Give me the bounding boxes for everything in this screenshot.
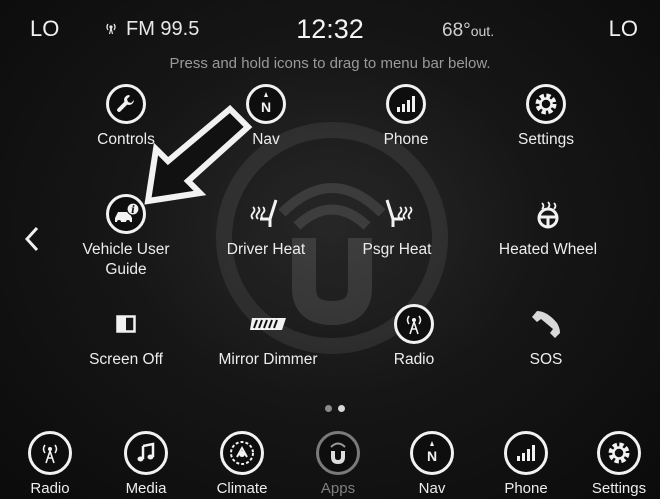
- menu-label: Nav: [418, 480, 446, 497]
- app-heated-wheel[interactable]: Heated Wheel: [486, 194, 610, 260]
- app-radio[interactable]: Radio: [374, 304, 454, 370]
- menu-media[interactable]: Media: [111, 431, 181, 499]
- app-settings[interactable]: Settings: [506, 84, 586, 150]
- menu-label: Radio: [30, 480, 70, 497]
- app-label: Settings: [517, 131, 574, 148]
- uconnect-screen: LO FM 99.5 12:32 68°out. LO Press and ho…: [0, 0, 660, 499]
- app-label: Psgr Heat: [362, 241, 432, 258]
- clock: 12:32: [296, 14, 364, 44]
- app-psgr-heat[interactable]: Psgr Heat: [342, 194, 452, 260]
- svg-text:N: N: [427, 448, 437, 464]
- app-screen-off[interactable]: Screen Off: [76, 304, 176, 370]
- heated-wheel-icon: [528, 194, 568, 234]
- menu-nav[interactable]: N Nav: [397, 431, 467, 499]
- svg-text:N: N: [261, 99, 271, 115]
- app-label: Driver Heat: [226, 241, 306, 258]
- app-sos[interactable]: SOS: [506, 304, 586, 370]
- outside-temp-value: 68°: [442, 20, 471, 41]
- user-guide-icon: i: [106, 194, 146, 234]
- app-label-line2: Guide: [105, 261, 147, 278]
- drag-arrow-icon: [144, 104, 253, 205]
- menu-radio[interactable]: Radio: [15, 431, 85, 499]
- app-label: Nav: [252, 131, 280, 148]
- previous-page-icon[interactable]: [24, 226, 39, 260]
- uconnect-icon: [316, 431, 360, 475]
- antenna-icon: [28, 431, 72, 475]
- gear-icon: [526, 84, 566, 124]
- menu-label: Media: [125, 480, 167, 497]
- menu-label: Climate: [216, 480, 268, 497]
- menu-bar: Radio Media Climate Apps N Nav Phone Set…: [0, 425, 660, 499]
- page-dot[interactable]: [338, 405, 345, 412]
- wrench-icon: [106, 84, 146, 124]
- page-dot[interactable]: [325, 405, 332, 412]
- menu-settings[interactable]: Settings: [584, 431, 654, 499]
- svg-text:i: i: [131, 205, 135, 216]
- app-label: Radio: [393, 351, 435, 368]
- compass-icon: N: [410, 431, 454, 475]
- app-mirror-dimmer[interactable]: Mirror Dimmer: [206, 304, 330, 370]
- app-phone[interactable]: Phone: [366, 84, 446, 150]
- menu-label: Phone: [504, 480, 548, 497]
- app-label: Phone: [383, 131, 429, 148]
- screen-off-icon: [106, 304, 146, 344]
- menu-label: Settings: [591, 480, 647, 497]
- passenger-temp-setting[interactable]: LO: [609, 16, 638, 42]
- antenna-icon: [394, 304, 434, 344]
- handset-icon: [526, 304, 566, 344]
- gear-icon: [597, 431, 641, 475]
- outside-temp-unit: out.: [470, 23, 495, 39]
- phone-signal-icon: [504, 431, 548, 475]
- phone-signal-icon: [386, 84, 426, 124]
- page-indicator: [325, 405, 345, 412]
- menu-apps[interactable]: Apps: [303, 431, 373, 499]
- status-bar: LO FM 99.5 12:32 68°out. LO: [0, 0, 660, 48]
- app-label: Screen Off: [89, 351, 163, 368]
- app-label: SOS: [529, 351, 563, 368]
- app-label: Mirror Dimmer: [218, 351, 318, 368]
- music-note-icon: [124, 431, 168, 475]
- menu-climate[interactable]: Climate: [207, 431, 277, 499]
- app-label: Heated Wheel: [498, 241, 598, 258]
- menu-phone[interactable]: Phone: [491, 431, 561, 499]
- outside-temperature: 68°out.: [442, 20, 494, 42]
- seat-heat-icon: [377, 194, 417, 234]
- mirror-icon: [248, 304, 288, 344]
- menu-label: Apps: [320, 480, 356, 497]
- drag-hint: Press and hold icons to drag to menu bar…: [169, 55, 491, 72]
- app-label-line1: Vehicle User: [82, 241, 170, 258]
- climate-icon: [220, 431, 264, 475]
